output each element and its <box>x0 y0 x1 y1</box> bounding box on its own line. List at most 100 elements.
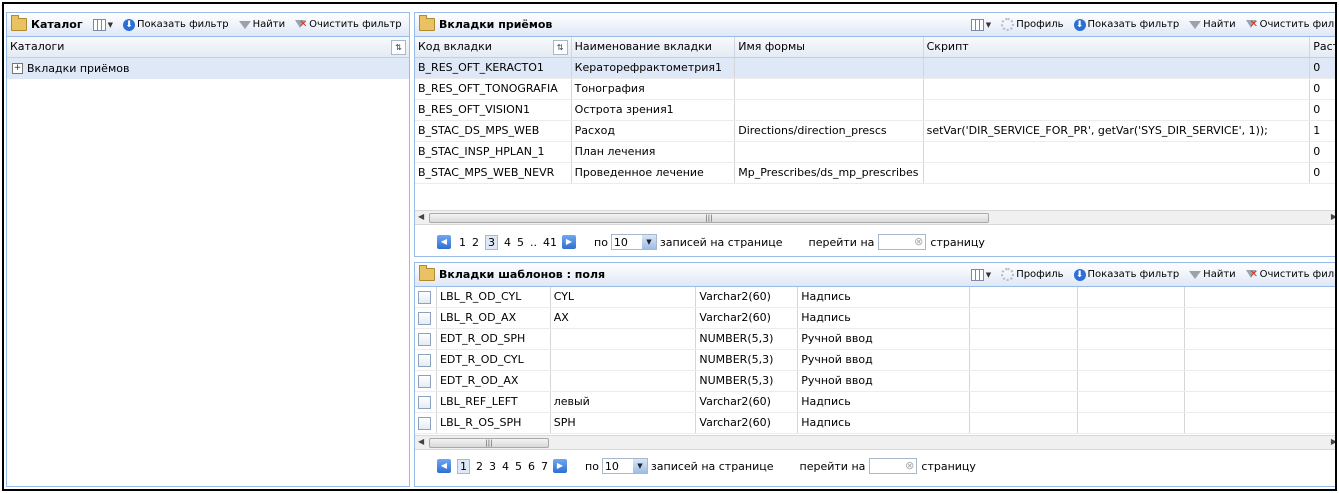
page-link-current[interactable]: 1 <box>457 458 470 474</box>
table-row[interactable]: EDT_R_OD_SPH NUMBER(5,3) Ручной ввод <box>415 329 1335 350</box>
row-checkbox-cell <box>415 392 437 412</box>
clear-filter-button[interactable]: Очистить фильтр <box>295 19 402 31</box>
filter-icon <box>238 20 251 29</box>
folder-icon <box>11 15 27 31</box>
expand-icon[interactable]: + <box>12 63 23 74</box>
table-row[interactable]: LBL_REF_LEFT левый Varchar2(60) Надпись <box>415 392 1335 413</box>
row-checkbox[interactable] <box>418 396 431 409</box>
page-link[interactable]: 2 <box>472 236 479 249</box>
table-row[interactable]: EDT_R_OD_AX NUMBER(5,3) Ручной ввод <box>415 371 1335 392</box>
column-header-name[interactable]: Наименование вкладки <box>572 37 736 57</box>
page-link[interactable]: 6 <box>528 460 535 473</box>
row-checkbox-cell <box>415 329 437 349</box>
row-checkbox[interactable] <box>418 417 431 430</box>
row-checkbox[interactable] <box>418 354 431 367</box>
page-link[interactable]: 4 <box>502 460 509 473</box>
scroll-right-icon[interactable]: ▶ <box>1331 212 1335 221</box>
page-ellipsis: .. <box>530 235 537 249</box>
scroll-right-icon[interactable]: ▶ <box>1331 437 1335 446</box>
table-row[interactable]: B_RES_OFT_TONOGRAFIA Тонография 0 <box>415 79 1335 100</box>
column-header-stretch[interactable]: Растя <box>1310 37 1335 57</box>
catalog-column-header[interactable]: Каталоги ⇅ <box>7 37 409 57</box>
find-button[interactable]: Найти <box>238 19 285 30</box>
row-checkbox[interactable] <box>418 333 431 346</box>
table-row[interactable]: LBL_R_OS_SPH SPH Varchar2(60) Надпись <box>415 413 1335 434</box>
fields-grid-body: LBL_R_OD_CYL CYL Varchar2(60) Надпись LB… <box>415 287 1335 434</box>
table-row[interactable]: LBL_R_OD_AX AX Varchar2(60) Надпись <box>415 308 1335 329</box>
next-page-icon[interactable]: ▶ <box>553 459 567 473</box>
per-page-select[interactable]: 10 ▼ <box>610 234 657 250</box>
show-filter-button[interactable]: ⬇ Показать фильтр <box>122 18 229 31</box>
columns-menu-button[interactable]: ▼ <box>970 18 991 31</box>
page-link[interactable]: 3 <box>489 460 496 473</box>
chevron-down-icon[interactable]: ▼ <box>641 235 656 249</box>
column-header-script[interactable]: Скрипт <box>924 37 1311 57</box>
cell-code: B_STAC_INSP_HPLAN_1 <box>415 142 572 162</box>
column-header-form[interactable]: Имя формы <box>735 37 924 57</box>
cell-empty <box>1185 413 1335 433</box>
sort-icon[interactable]: ⇅ <box>391 40 406 55</box>
page-link[interactable]: 5 <box>515 460 522 473</box>
next-page-icon[interactable]: ▶ <box>562 235 576 249</box>
profile-button[interactable]: Профиль <box>1001 268 1064 281</box>
clear-filter-button[interactable]: Очистить филь <box>1245 19 1335 31</box>
horizontal-scrollbar[interactable]: ◀ ||| ▶ <box>415 435 1335 450</box>
cell-name: Расход <box>572 121 736 141</box>
tree-item[interactable]: + Вкладки приёмов <box>7 58 409 79</box>
scroll-left-icon[interactable]: ◀ <box>418 212 424 221</box>
cell-field-type: NUMBER(5,3) <box>696 350 799 370</box>
page-link[interactable]: 7 <box>541 460 548 473</box>
page-link[interactable]: 5 <box>517 236 524 249</box>
prev-page-icon[interactable]: ◀ <box>437 459 451 473</box>
table-row[interactable]: EDT_R_OD_CYL NUMBER(5,3) Ручной ввод <box>415 350 1335 371</box>
cell-field-code: LBL_R_OD_CYL <box>437 287 551 307</box>
page-link[interactable]: 4 <box>504 236 511 249</box>
show-filter-button[interactable]: ⬇ Показать фильтр <box>1073 18 1179 31</box>
cell-form: Directions/direction_prescs <box>735 121 924 141</box>
cell-field-caption <box>551 371 697 391</box>
find-button[interactable]: Найти <box>1189 269 1236 280</box>
sort-icon[interactable]: ⇅ <box>552 40 568 55</box>
page-link[interactable]: 2 <box>476 460 483 473</box>
goto-page-input[interactable] <box>869 458 918 474</box>
row-checkbox[interactable] <box>418 375 431 388</box>
column-header-code[interactable]: Код вкладки ⇅ <box>415 37 572 57</box>
chevron-down-icon[interactable]: ▼ <box>632 459 647 473</box>
scroll-left-icon[interactable]: ◀ <box>418 437 424 446</box>
fields-title: Вкладки шаблонов : поля <box>419 265 605 281</box>
filter-icon <box>1189 20 1202 29</box>
gear-icon <box>1001 18 1015 31</box>
prev-page-icon[interactable]: ◀ <box>437 235 451 249</box>
horizontal-scrollbar[interactable]: ◀ ||| ▶ <box>415 210 1335 225</box>
scrollbar-thumb[interactable]: ||| <box>429 213 989 223</box>
folder-icon <box>419 15 435 31</box>
clear-filter-button[interactable]: Очистить филь <box>1245 269 1335 281</box>
cell-form: Mp_Prescribes/ds_mp_prescribes <box>735 163 924 183</box>
table-row[interactable]: LBL_R_OD_CYL CYL Varchar2(60) Надпись <box>415 287 1335 308</box>
cell-empty <box>1185 350 1335 370</box>
table-row[interactable]: B_STAC_INSP_HPLAN_1 План лечения 0 <box>415 142 1335 163</box>
table-row[interactable]: B_RES_OFT_VISION1 Острота зрения1 0 <box>415 100 1335 121</box>
profile-button[interactable]: Профиль <box>1001 18 1064 31</box>
columns-icon <box>92 18 106 31</box>
table-row[interactable]: B_RES_OFT_KERACTO1 Кераторефрактометрия1… <box>415 58 1335 79</box>
cell-field-caption <box>551 350 697 370</box>
columns-menu-button[interactable]: ▼ <box>92 18 113 31</box>
cell-stretch: 0 <box>1313 145 1321 158</box>
scrollbar-thumb[interactable]: ||| <box>429 438 549 448</box>
find-button[interactable]: Найти <box>1189 19 1236 30</box>
row-checkbox[interactable] <box>418 312 431 325</box>
page-link[interactable]: 41 <box>543 236 557 249</box>
show-filter-button[interactable]: ⬇ Показать фильтр <box>1073 268 1179 281</box>
goto-page-input[interactable] <box>878 234 927 250</box>
page-link-current[interactable]: 3 <box>485 234 498 250</box>
per-page-select[interactable]: 10 ▼ <box>601 458 648 474</box>
table-row[interactable]: B_STAC_DS_MPS_WEB Расход Directions/dire… <box>415 121 1335 142</box>
table-row[interactable]: B_STAC_MPS_WEB_NEVR Проведенное лечение … <box>415 163 1335 184</box>
row-checkbox[interactable] <box>418 291 431 304</box>
gear-icon <box>1001 268 1015 281</box>
page-link[interactable]: 1 <box>459 236 466 249</box>
columns-menu-button[interactable]: ▼ <box>970 268 991 281</box>
cell-field-code: LBL_R_OD_AX <box>437 308 551 328</box>
cell-code: B_RES_OFT_TONOGRAFIA <box>415 79 572 99</box>
